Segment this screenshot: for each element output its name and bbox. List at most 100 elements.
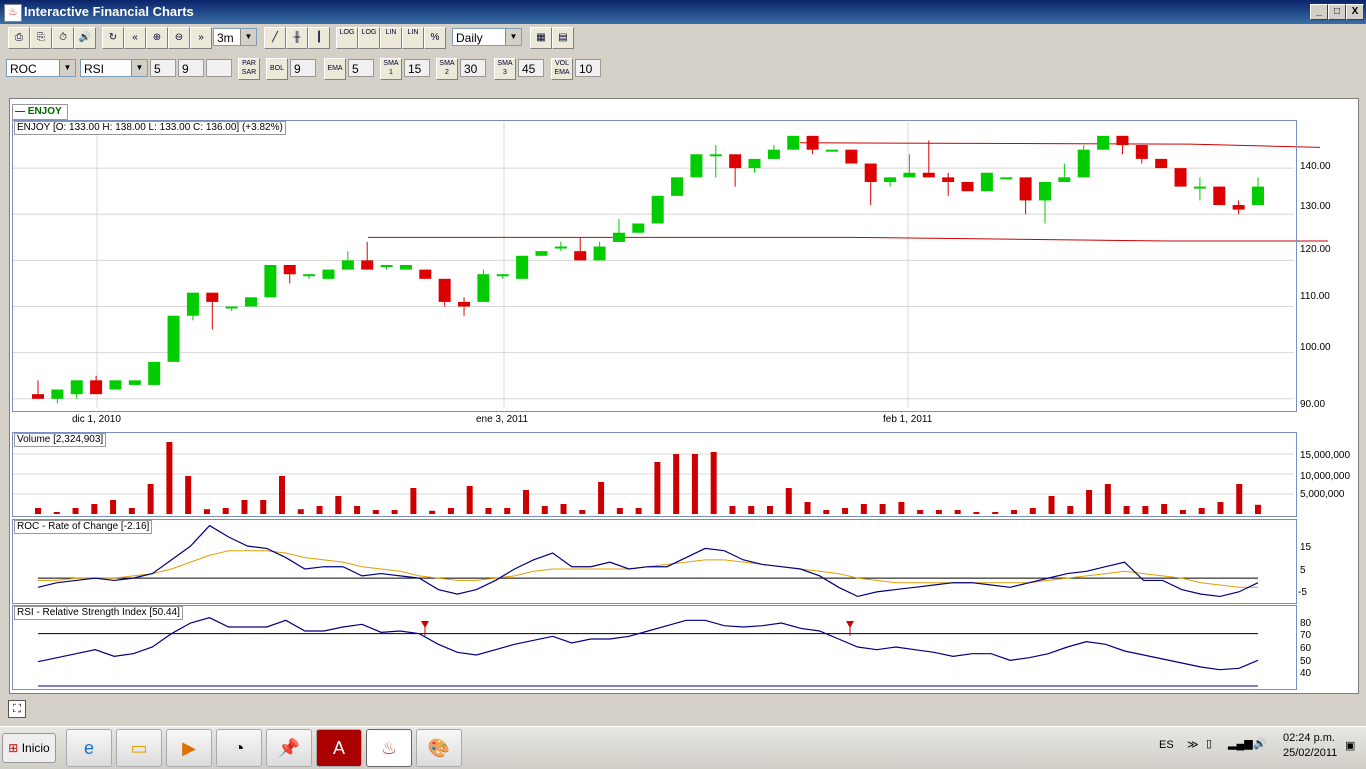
scroll-left-icon[interactable]: « <box>124 27 146 49</box>
java-app-icon: ♨ <box>4 4 22 22</box>
internet-explorer-icon[interactable]: e <box>66 729 112 767</box>
rsi-ytick: 80 <box>1300 618 1312 629</box>
interval-value: Daily <box>456 31 483 45</box>
close-button[interactable]: X <box>1346 4 1364 20</box>
period-select[interactable]: 3m ▼ <box>213 28 257 46</box>
chevron-down-icon: ▼ <box>59 60 75 76</box>
roc-panel[interactable] <box>12 519 1297 604</box>
bollinger-button[interactable]: BOL <box>266 58 288 80</box>
pushpin-icon[interactable]: 📌 <box>266 729 312 767</box>
title-bar: ♨ Interactive Financial Charts _ □ X <box>0 0 1366 24</box>
param2-field[interactable]: 9 <box>178 59 204 77</box>
clock-date[interactable]: 25/02/2011 <box>1283 747 1337 759</box>
export-chart-icon[interactable]: ▤ <box>552 27 574 49</box>
price-xtick: feb 1, 2011 <box>883 414 933 425</box>
param3-field[interactable] <box>206 59 232 77</box>
sma3-field[interactable]: 45 <box>518 59 544 77</box>
toolbar-main: ⎙ ⎘ ⏱ 🔊 ↻ « ⊕ ⊖ » 3m ▼ ╱ ╫ ┃ LOG LOG LIN … <box>0 24 1366 52</box>
price-xtick: ene 3, 2011 <box>476 414 529 425</box>
bollinger-field[interactable]: 9 <box>290 59 316 77</box>
lin-scale-button[interactable]: LIN <box>380 27 402 49</box>
copy-icon[interactable]: ⎘ <box>30 27 52 49</box>
rsi-ytick: 50 <box>1300 656 1312 667</box>
log-scale-alt-button[interactable]: LOG <box>358 27 380 49</box>
rsi-ytick: 60 <box>1300 643 1312 654</box>
start-button[interactable]: ⊞ Inicio <box>2 733 56 763</box>
zoom-in-icon[interactable]: ⊕ <box>146 27 168 49</box>
indicator1-select[interactable]: ROC ▼ <box>6 59 76 77</box>
sma1-field[interactable]: 15 <box>404 59 430 77</box>
chevron-down-icon: ▼ <box>131 60 147 76</box>
action-center-icon[interactable]: ▣ <box>1345 739 1355 752</box>
chevron-down-icon: ▼ <box>505 29 521 45</box>
folder-icon[interactable]: ▭ <box>116 729 162 767</box>
java-app-taskbar-icon[interactable]: ♨ <box>366 729 412 767</box>
refresh-icon[interactable]: ↻ <box>102 27 124 49</box>
vol-ema-button[interactable]: VOL EMA <box>551 58 573 80</box>
rsi-ytick: 40 <box>1300 668 1312 679</box>
minimize-button[interactable]: _ <box>1310 4 1328 20</box>
window-title: Interactive Financial Charts <box>24 4 194 19</box>
scroll-right-icon[interactable]: » <box>190 27 212 49</box>
taskbar: ⊞ Inicio e ▭ ▶ ◔ 📌 A ♨ 🎨 ES ≫ ▯ ▂▄▆ 🔊 02… <box>0 726 1366 769</box>
language-indicator[interactable]: ES <box>1159 739 1174 751</box>
price-panel-label: ENJOY [O: 133.00 H: 138.00 L: 133.00 C: … <box>14 121 286 135</box>
sma2-field[interactable]: 30 <box>460 59 486 77</box>
price-ytick: 100.00 <box>1300 342 1331 353</box>
volume-ytick: 15,000,000 <box>1300 450 1351 461</box>
rsi-panel[interactable] <box>12 605 1297 690</box>
sma2-button[interactable]: SMA 2 <box>436 58 458 80</box>
par-sar-button[interactable]: PAR SAR <box>238 58 260 80</box>
price-xtick: dic 1, 2010 <box>72 414 121 425</box>
media-player-icon[interactable]: ▶ <box>166 729 212 767</box>
vol-ema-field[interactable]: 10 <box>575 59 601 77</box>
period-value: 3m <box>217 31 234 45</box>
print-icon[interactable]: ⎙ <box>8 27 30 49</box>
volume-panel-label: Volume [2,324,903] <box>14 433 107 447</box>
percent-button[interactable]: % <box>424 27 446 49</box>
lin-scale-alt-button[interactable]: LIN <box>402 27 424 49</box>
volume-ytick: 5,000,000 <box>1300 489 1345 500</box>
volume-ytick: 10,000,000 <box>1300 471 1351 482</box>
volume-icon[interactable]: 🔊 <box>1253 737 1267 750</box>
pdf-reader-icon[interactable]: A <box>316 729 362 767</box>
sma1-button[interactable]: SMA 1 <box>380 58 402 80</box>
battery-icon[interactable]: ▯ <box>1206 737 1212 750</box>
sound-icon[interactable]: 🔊 <box>74 27 96 49</box>
price-ytick: 130.00 <box>1300 201 1331 212</box>
ema-button[interactable]: EMA <box>324 58 346 80</box>
price-ytick: 140.00 <box>1300 161 1331 172</box>
interval-select[interactable]: Daily ▼ <box>452 28 522 46</box>
price-panel[interactable] <box>12 120 1297 412</box>
ema-field[interactable]: 5 <box>348 59 374 77</box>
toolbar-indicators: ROC ▼ RSI ▼ 5 9 PAR SAR BOL 9 EMA 5 SMA 1 … <box>0 55 1366 83</box>
indicator2-value: RSI <box>84 62 105 76</box>
signal-icon[interactable]: ▂▄▆ <box>1228 737 1253 750</box>
legend-label: ENJOY <box>27 106 62 117</box>
sma3-button[interactable]: SMA 3 <box>494 58 516 80</box>
fullscreen-icon[interactable]: ⛶ <box>8 700 26 718</box>
price-ytick: 120.00 <box>1300 244 1331 255</box>
color-settings-icon[interactable]: ▦ <box>530 27 552 49</box>
candle-chart-icon[interactable]: ┃ <box>308 27 330 49</box>
indicator2-select[interactable]: RSI ▼ <box>80 59 148 77</box>
indicator1-value: ROC <box>10 62 37 76</box>
clock-time[interactable]: 02:24 p.m. <box>1283 732 1335 744</box>
clock-icon[interactable]: ⏱ <box>52 27 74 49</box>
rsi-ytick: 70 <box>1300 630 1312 641</box>
zoom-out-icon[interactable]: ⊖ <box>168 27 190 49</box>
maximize-button[interactable]: □ <box>1328 4 1346 20</box>
paint-icon[interactable]: 🎨 <box>416 729 462 767</box>
roc-ytick: 5 <box>1300 565 1306 576</box>
volume-panel[interactable] <box>12 432 1297 517</box>
show-hidden-icons-icon[interactable]: ≫ <box>1187 738 1199 751</box>
log-scale-button[interactable]: LOG <box>336 27 358 49</box>
param1-field[interactable]: 5 <box>150 59 176 77</box>
price-ytick: 90.00 <box>1300 399 1326 410</box>
chart-legend: — ENJOY <box>12 104 68 120</box>
clock-app-icon[interactable]: ◔ <box>216 729 262 767</box>
line-chart-icon[interactable]: ╱ <box>264 27 286 49</box>
bar-chart-icon[interactable]: ╫ <box>286 27 308 49</box>
start-label: Inicio <box>21 741 50 755</box>
roc-panel-label: ROC - Rate of Change [-2.16] <box>14 520 153 534</box>
